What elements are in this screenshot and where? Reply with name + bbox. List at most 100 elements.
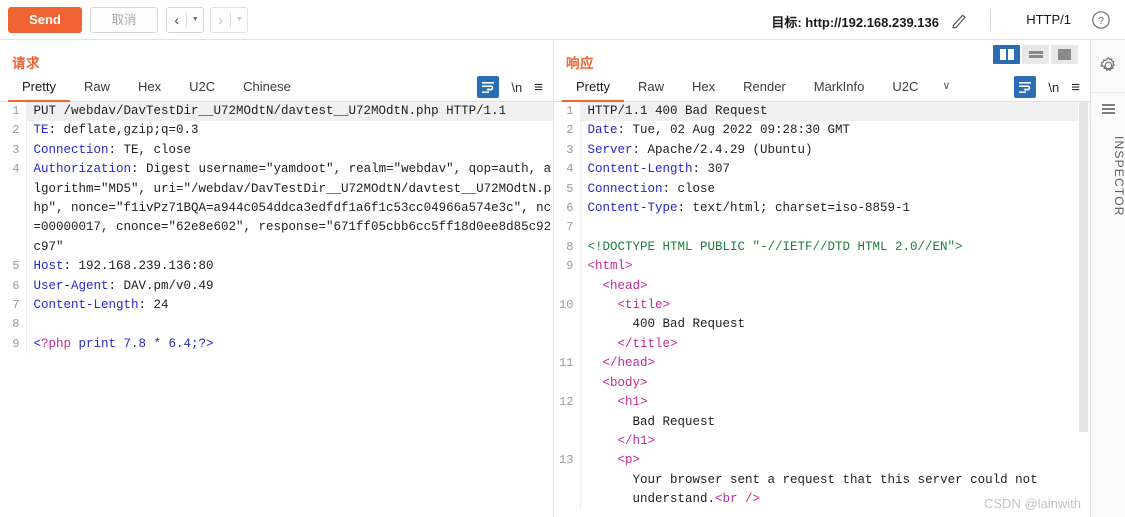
response-pane-title: 响应: [566, 56, 594, 71]
chevron-down-icon[interactable]: ▼: [187, 8, 203, 32]
code-text[interactable]: <?php print 7.8 * 6.4;?>: [26, 335, 553, 354]
code-line: 1 HTTP/1.1 400 Bad Request: [554, 102, 1090, 122]
code-text[interactable]: </title>: [580, 335, 1090, 354]
gear-icon[interactable]: [1099, 56, 1118, 75]
code-line: 13 <p>: [554, 451, 1090, 471]
code-text[interactable]: Server: Apache/2.4.29 (Ubuntu): [580, 141, 1090, 160]
help-icon[interactable]: ?: [1091, 10, 1111, 30]
inspector-label[interactable]: INSPECTOR: [1091, 136, 1125, 217]
code-text[interactable]: [26, 315, 553, 334]
code-text[interactable]: User-Agent: DAV.pm/v0.49: [26, 277, 553, 296]
response-scrollbar[interactable]: [1078, 102, 1089, 517]
code-text[interactable]: Authorization: Digest username="yamdoot"…: [26, 160, 553, 257]
response-tab-u2c[interactable]: U2C: [878, 73, 932, 102]
code-segment: <body>: [587, 375, 648, 390]
code-segment: <html>: [587, 259, 633, 274]
word-wrap-icon[interactable]: [1014, 76, 1037, 98]
code-text[interactable]: Connection: close: [580, 180, 1090, 199]
line-number: 8: [0, 315, 27, 335]
line-number: 2: [554, 121, 581, 141]
layout-single-pane-button[interactable]: [1051, 45, 1078, 64]
word-wrap-icon[interactable]: [477, 76, 500, 98]
response-editor[interactable]: 1 HTTP/1.1 400 Bad Request 2 Date: Tue, 02 …: [554, 102, 1090, 517]
response-tab-render[interactable]: Render: [729, 73, 800, 102]
line-number: [554, 334, 581, 355]
response-pane: 响应 PrettyRawHexRenderMarkInfoU2C∨: [553, 40, 1090, 517]
code-segment: <br />: [715, 492, 761, 507]
code-text[interactable]: HTTP/1.1 400 Bad Request: [580, 102, 1090, 122]
code-text[interactable]: Host: 192.168.239.136:80: [26, 257, 553, 276]
request-tab-hex[interactable]: Hex: [124, 73, 175, 102]
code-text[interactable]: <html>: [580, 257, 1090, 276]
cancel-button[interactable]: 取消: [90, 7, 158, 33]
line-number: 5: [0, 257, 27, 277]
line-number: [554, 412, 581, 432]
layout-split-vertical-button[interactable]: [993, 45, 1020, 64]
code-text[interactable]: <h1>: [580, 393, 1090, 412]
code-text[interactable]: Date: Tue, 02 Aug 2022 09:28:30 GMT: [580, 121, 1090, 140]
pencil-icon[interactable]: [949, 10, 969, 30]
code-text[interactable]: Content-Length: 24: [26, 296, 553, 315]
code-text[interactable]: <body>: [580, 374, 1090, 393]
next-request-button[interactable]: › ▼: [210, 7, 248, 33]
code-text[interactable]: </h1>: [580, 432, 1090, 451]
chevron-down-icon[interactable]: ▼: [231, 8, 247, 32]
hamburger-menu-icon[interactable]: ≡: [1071, 80, 1080, 95]
code-text[interactable]: <!DOCTYPE HTML PUBLIC "-//IETF//DTD HTML…: [580, 238, 1090, 257]
code-line: 8 <!DOCTYPE HTML PUBLIC "-//IETF//DTD HTM…: [554, 237, 1090, 258]
request-editor[interactable]: 1 PUT /webdav/DavTestDir__U72MOdtN/davtes…: [0, 102, 553, 517]
request-tab-u2c[interactable]: U2C: [175, 73, 229, 102]
code-line: 5 Host: 192.168.239.136:80: [0, 257, 553, 277]
code-text[interactable]: Content-Length: 307: [580, 160, 1090, 179]
request-tab-raw[interactable]: Raw: [70, 73, 124, 102]
code-text[interactable]: understand.<br />: [580, 490, 1090, 509]
code-segment: Your browser sent a request that this se…: [587, 472, 1038, 487]
code-line: 400 Bad Request: [554, 315, 1090, 335]
code-segment: Content-Type: [587, 201, 678, 216]
newline-toggle[interactable]: \n: [1048, 80, 1059, 95]
layout-split-horizontal-button[interactable]: [1022, 45, 1049, 64]
request-tab-pretty[interactable]: Pretty: [8, 73, 70, 102]
hamburger-menu-icon[interactable]: ≡: [534, 80, 543, 95]
response-tab-hex[interactable]: Hex: [678, 73, 729, 102]
request-code: 1 PUT /webdav/DavTestDir__U72MOdtN/davtes…: [0, 102, 553, 355]
response-tab-raw[interactable]: Raw: [624, 73, 678, 102]
code-text[interactable]: Content-Type: text/html; charset=iso-885…: [580, 199, 1090, 218]
code-text[interactable]: TE: deflate,gzip;q=0.3: [26, 121, 553, 140]
response-tab-pretty[interactable]: Pretty: [562, 73, 624, 102]
line-number: [554, 470, 581, 491]
code-line: 4 Authorization: Digest username="yamdoot…: [0, 160, 553, 258]
http-version-label[interactable]: HTTP/1: [1026, 12, 1071, 27]
line-number: [554, 315, 581, 335]
line-number: 6: [0, 276, 27, 297]
scrollbar-thumb[interactable]: [1079, 102, 1088, 432]
request-tab-chinese[interactable]: Chinese: [229, 73, 305, 102]
code-line: Bad Request: [554, 412, 1090, 432]
panel-bars-icon[interactable]: [1102, 104, 1115, 116]
code-segment: </title>: [587, 336, 678, 351]
code-line: 5 Connection: close: [554, 179, 1090, 200]
code-text[interactable]: PUT /webdav/DavTestDir__U72MOdtN/davtest…: [26, 102, 553, 122]
code-text[interactable]: <head>: [580, 277, 1090, 296]
code-text[interactable]: [580, 218, 1090, 237]
code-segment: </head>: [587, 356, 656, 371]
code-segment: : text/html; charset=iso-8859-1: [677, 201, 911, 216]
code-text[interactable]: </head>: [580, 354, 1090, 373]
code-text[interactable]: <p>: [580, 451, 1090, 470]
svg-text:?: ?: [1098, 15, 1104, 27]
split-vertical-icon: [999, 49, 1014, 60]
code-text[interactable]: <title>: [580, 296, 1090, 315]
code-line: 8: [0, 315, 553, 335]
prev-request-button[interactable]: ‹ ▼: [166, 7, 204, 33]
code-text[interactable]: Bad Request: [580, 413, 1090, 432]
newline-toggle[interactable]: \n: [511, 80, 522, 95]
code-segment: : Tue, 02 Aug 2022 09:28:30 GMT: [617, 123, 851, 138]
chevron-down-icon[interactable]: ∨: [932, 73, 960, 102]
line-number: 1: [554, 102, 581, 122]
code-text[interactable]: 400 Bad Request: [580, 315, 1090, 334]
code-segment: : TE, close: [108, 142, 192, 157]
response-tab-markinfo[interactable]: MarkInfo: [800, 73, 879, 102]
code-text[interactable]: Connection: TE, close: [26, 141, 553, 160]
code-text[interactable]: Your browser sent a request that this se…: [580, 471, 1090, 490]
send-button[interactable]: Send: [8, 7, 82, 33]
